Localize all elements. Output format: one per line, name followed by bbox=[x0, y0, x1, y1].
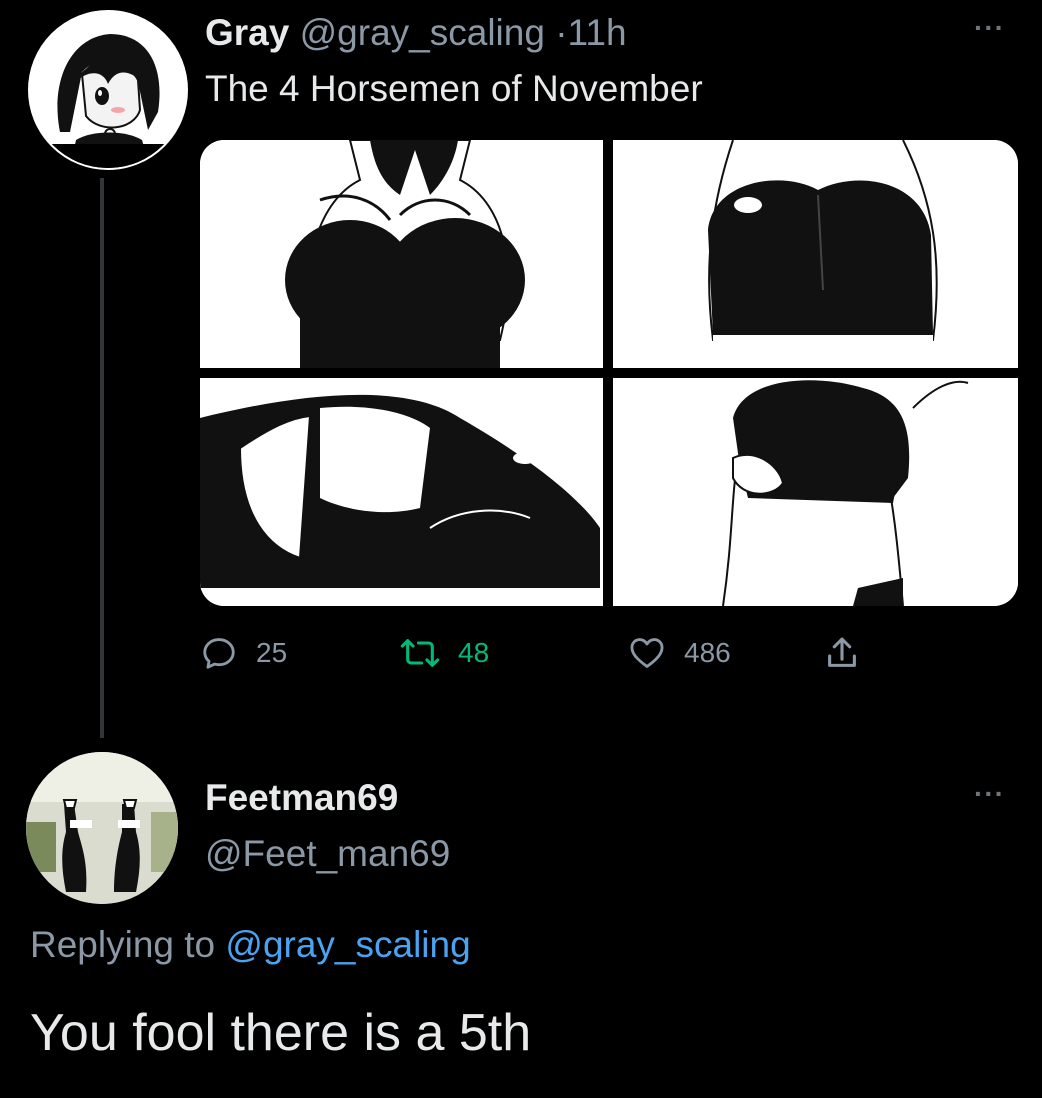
media-image-4[interactable] bbox=[613, 378, 1018, 606]
reply-icon bbox=[203, 638, 235, 669]
retweet-count: 48 bbox=[458, 637, 490, 668]
reply-more-options-icon[interactable]: ··· bbox=[974, 778, 1005, 810]
tweet-text: The 4 Horsemen of November bbox=[205, 68, 703, 109]
like-button[interactable]: 486 bbox=[628, 628, 731, 678]
reply-author-handle[interactable]: @Feet_man69 bbox=[205, 830, 450, 878]
reply-text: You fool there is a 5th bbox=[30, 1004, 532, 1062]
like-count: 486 bbox=[684, 637, 731, 668]
author-avatar[interactable] bbox=[28, 10, 188, 170]
tweet-timestamp[interactable]: 11h bbox=[568, 12, 627, 53]
replying-to-mention-link[interactable]: @gray_scaling bbox=[225, 924, 470, 965]
more-options-icon[interactable]: ··· bbox=[974, 12, 1005, 44]
author-display-name[interactable]: Gray bbox=[205, 12, 289, 53]
media-image-2[interactable] bbox=[613, 140, 1018, 368]
share-icon bbox=[828, 637, 856, 667]
artwork-image-4 bbox=[613, 378, 1018, 606]
media-image-1[interactable] bbox=[200, 140, 603, 368]
artwork-image-3 bbox=[200, 378, 603, 606]
retweet-icon bbox=[400, 639, 440, 667]
artwork-image-1 bbox=[200, 140, 603, 368]
thread-line bbox=[100, 178, 104, 738]
header-separator: · bbox=[555, 12, 568, 53]
replying-to-line: Replying to @gray_scaling bbox=[30, 920, 471, 970]
shoes-photo-avatar-icon bbox=[26, 752, 178, 904]
share-button[interactable] bbox=[825, 628, 859, 678]
anime-avatar-icon bbox=[30, 12, 186, 168]
tweet-actions: 25 48 486 bbox=[200, 628, 900, 678]
tweet-thread: Gray @gray_scaling ·11h ··· The 4 Horsem… bbox=[0, 0, 1042, 1098]
media-image-3[interactable] bbox=[200, 378, 603, 606]
reply-button[interactable]: 25 bbox=[200, 628, 287, 678]
retweet-button[interactable]: 48 bbox=[400, 628, 489, 678]
author-handle[interactable]: @gray_scaling bbox=[300, 12, 545, 53]
heart-icon bbox=[630, 638, 664, 668]
reply-count: 25 bbox=[256, 637, 288, 668]
tweet-header: Gray @gray_scaling ·11h bbox=[205, 8, 627, 58]
reply-author-display-name[interactable]: Feetman69 bbox=[205, 774, 450, 822]
reply-author-avatar[interactable] bbox=[26, 752, 178, 904]
replying-to-prefix: Replying to bbox=[30, 924, 216, 965]
reply-header: Feetman69 @Feet_man69 bbox=[205, 774, 450, 878]
media-grid bbox=[200, 140, 1018, 606]
artwork-image-2 bbox=[613, 140, 1018, 368]
